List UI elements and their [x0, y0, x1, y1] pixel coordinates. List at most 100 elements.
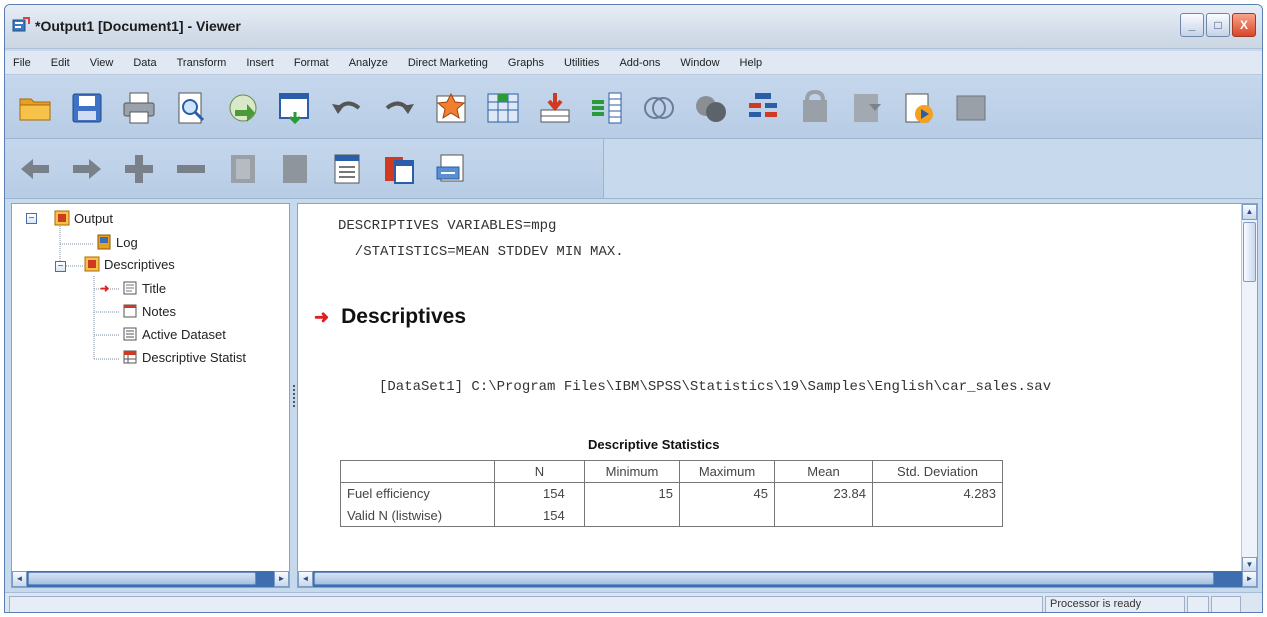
- collapse-button[interactable]: [171, 149, 211, 189]
- print-preview-button[interactable]: [171, 88, 211, 128]
- hide-button[interactable]: [275, 149, 315, 189]
- insert-title-button[interactable]: [379, 149, 419, 189]
- table-cell: 45: [679, 482, 775, 505]
- active-dataset-line: [DataSet1] C:\Program Files\IBM\SPSS\Sta…: [379, 379, 1052, 395]
- descriptives-collapse-toggle[interactable]: −: [55, 261, 66, 272]
- menu-graphs[interactable]: Graphs: [508, 57, 544, 69]
- processor-status: Processor is ready: [1045, 596, 1185, 612]
- content-scroll-right-button[interactable]: ►: [1242, 571, 1257, 587]
- menu-insert[interactable]: Insert: [246, 57, 274, 69]
- goto-variable-button[interactable]: [483, 88, 523, 128]
- print-button[interactable]: [119, 88, 159, 128]
- goto-case-button[interactable]: [431, 88, 471, 128]
- menu-file[interactable]: File: [13, 57, 31, 69]
- menu-view[interactable]: View: [90, 57, 114, 69]
- close-button[interactable]: X: [1232, 13, 1256, 37]
- print-preview-icon: [178, 92, 205, 123]
- table-row: Fuel efficiency 154 15 45 23.84 4.283: [340, 482, 1003, 505]
- table-title: Descriptive Statistics: [588, 437, 720, 452]
- spss-viewer-icon: [12, 17, 30, 32]
- splitter-grip[interactable]: [293, 385, 295, 407]
- table-header-row: N Minimum Maximum Mean Std. Deviation: [340, 460, 1003, 483]
- content-horizontal-thumb[interactable]: [314, 572, 1214, 585]
- expand-button[interactable]: [119, 149, 159, 189]
- outline-node-active-dataset[interactable]: Active Dataset: [122, 326, 226, 342]
- content-horizontal-scrollbar[interactable]: ◄ ►: [298, 571, 1257, 587]
- output-book-icon: [54, 210, 70, 226]
- outline-label: Notes: [142, 303, 176, 319]
- insert-cases-button[interactable]: [535, 88, 575, 128]
- outline-label: Output: [74, 210, 114, 226]
- hide-icon: [283, 154, 307, 183]
- spelling-button[interactable]: [899, 88, 939, 128]
- menu-direct-marketing[interactable]: Direct Marketing: [408, 57, 488, 69]
- recall-dialog-button[interactable]: [275, 88, 315, 128]
- outline-scroll-thumb[interactable]: [28, 572, 256, 585]
- demote-button[interactable]: [67, 149, 107, 189]
- outline-node-descriptive-statistics[interactable]: Descriptive Statist: [122, 349, 246, 365]
- redo-button[interactable]: [379, 88, 419, 128]
- designate-window-button[interactable]: [795, 88, 835, 128]
- outline-scroll-right-button[interactable]: ►: [274, 571, 289, 587]
- show-button[interactable]: [223, 149, 263, 189]
- output-content-pane: DESCRIPTIVES VARIABLES=mpg /STATISTICS=M…: [297, 203, 1258, 588]
- menu-help[interactable]: Help: [740, 57, 763, 69]
- demote-icon: [73, 158, 101, 179]
- recall-dialog-icon: [279, 92, 309, 124]
- outline-collapse-toggle[interactable]: −: [26, 213, 37, 224]
- outline-horizontal-scrollbar[interactable]: ◄ ►: [12, 571, 289, 587]
- descriptives-heading[interactable]: ➜ Descriptives: [314, 305, 466, 329]
- outline-node-notes[interactable]: Notes: [122, 303, 176, 319]
- descriptive-statistics-table[interactable]: N Minimum Maximum Mean Std. Deviation Fu…: [340, 460, 1003, 527]
- row-label: Valid N (listwise): [340, 504, 495, 527]
- menu-window[interactable]: Window: [680, 57, 719, 69]
- menu-analyze[interactable]: Analyze: [349, 57, 388, 69]
- use-sets-button[interactable]: [691, 88, 731, 128]
- title-bar[interactable]: *Output1 [Document1] - Viewer _ □ X: [5, 5, 1262, 49]
- insert-heading-button[interactable]: [327, 149, 367, 189]
- notes-icon: [123, 304, 137, 318]
- table-cell: [774, 504, 873, 527]
- status-cell-extra: [1187, 596, 1209, 612]
- toggle-button[interactable]: [951, 88, 991, 128]
- procedure-book-icon: [84, 256, 100, 272]
- outline-scroll-left-button[interactable]: ◄: [12, 571, 27, 587]
- table-header-cell: [340, 460, 495, 483]
- minimize-button[interactable]: _: [1180, 13, 1204, 37]
- table-cell: 23.84: [774, 482, 873, 505]
- export-button[interactable]: [223, 88, 263, 128]
- current-item-arrow: ➜: [100, 283, 110, 295]
- save-button[interactable]: [67, 88, 107, 128]
- outline-node-title[interactable]: Title: [122, 280, 166, 296]
- content-scroll-left-button[interactable]: ◄: [298, 571, 313, 587]
- run-descriptives-button[interactable]: [639, 88, 679, 128]
- collapse-icon: [177, 164, 205, 173]
- menu-bar: File Edit View Data Transform Insert For…: [5, 51, 1262, 75]
- variables-button[interactable]: [587, 88, 627, 128]
- scroll-up-button[interactable]: ▲: [1242, 204, 1257, 220]
- show-all-button[interactable]: [847, 88, 887, 128]
- save-icon: [72, 93, 102, 122]
- undo-button[interactable]: [327, 88, 367, 128]
- table-header-cell: Minimum: [584, 460, 680, 483]
- show-icon: [231, 154, 255, 183]
- outline-node-output[interactable]: Output: [54, 210, 113, 226]
- menu-transform[interactable]: Transform: [177, 57, 227, 69]
- content-vertical-scrollbar[interactable]: ▲ ▼: [1241, 204, 1257, 573]
- open-button[interactable]: [15, 88, 55, 128]
- goto-variable-icon: [487, 93, 519, 122]
- outline-node-log[interactable]: Log: [96, 234, 138, 250]
- menu-add-ons[interactable]: Add-ons: [619, 57, 660, 69]
- menu-edit[interactable]: Edit: [51, 57, 70, 69]
- menu-utilities[interactable]: Utilities: [564, 57, 599, 69]
- menu-format[interactable]: Format: [294, 57, 329, 69]
- menu-data[interactable]: Data: [133, 57, 156, 69]
- content-vertical-thumb[interactable]: [1243, 222, 1256, 282]
- syntax-line-2: /STATISTICS=MEAN STDDEV MIN MAX.: [338, 244, 624, 260]
- promote-button[interactable]: [15, 149, 55, 189]
- table-header-cell: Maximum: [679, 460, 775, 483]
- outline-node-descriptives[interactable]: Descriptives: [84, 256, 175, 272]
- insert-text-button[interactable]: [431, 149, 471, 189]
- maximize-button[interactable]: □: [1206, 13, 1230, 37]
- split-file-button[interactable]: [743, 88, 783, 128]
